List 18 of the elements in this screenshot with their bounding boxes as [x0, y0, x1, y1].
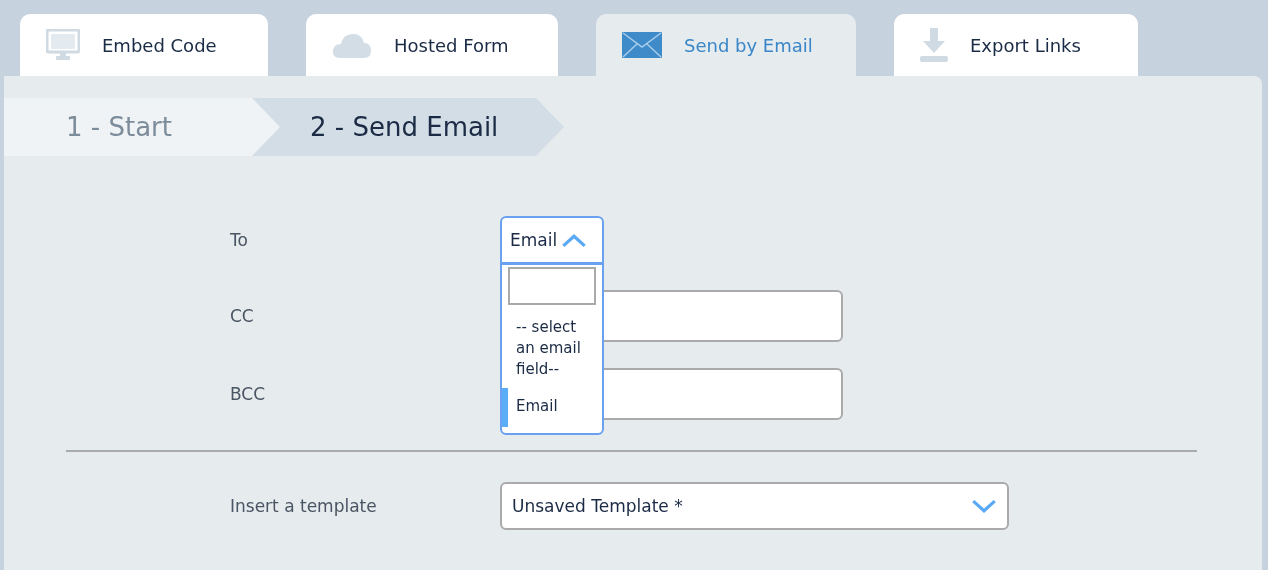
field-label: To	[230, 230, 249, 250]
tab[interactable]: Hosted Form	[306, 14, 558, 76]
search-field[interactable]	[508, 267, 596, 305]
field-label: CC	[230, 306, 255, 326]
template-dropdown[interactable]: Unsaved Template *	[500, 482, 1009, 530]
caret-icon	[561, 232, 588, 248]
envelope-icon	[622, 32, 662, 58]
cloud-icon	[332, 31, 372, 59]
caret-icon	[971, 498, 997, 514]
monitor-icon	[46, 29, 80, 61]
wizard-step: 2 - Send Email	[252, 98, 564, 156]
email-dropdown[interactable]: Email	[500, 216, 604, 264]
download-icon	[920, 28, 948, 62]
tab[interactable]: Export Links	[894, 14, 1138, 76]
field-label: BCC	[230, 384, 267, 404]
tab[interactable]: Embed Code	[20, 14, 268, 76]
field-label: Insert a template	[230, 496, 378, 516]
dropdown-option[interactable]: -- select an email field--	[502, 305, 602, 388]
